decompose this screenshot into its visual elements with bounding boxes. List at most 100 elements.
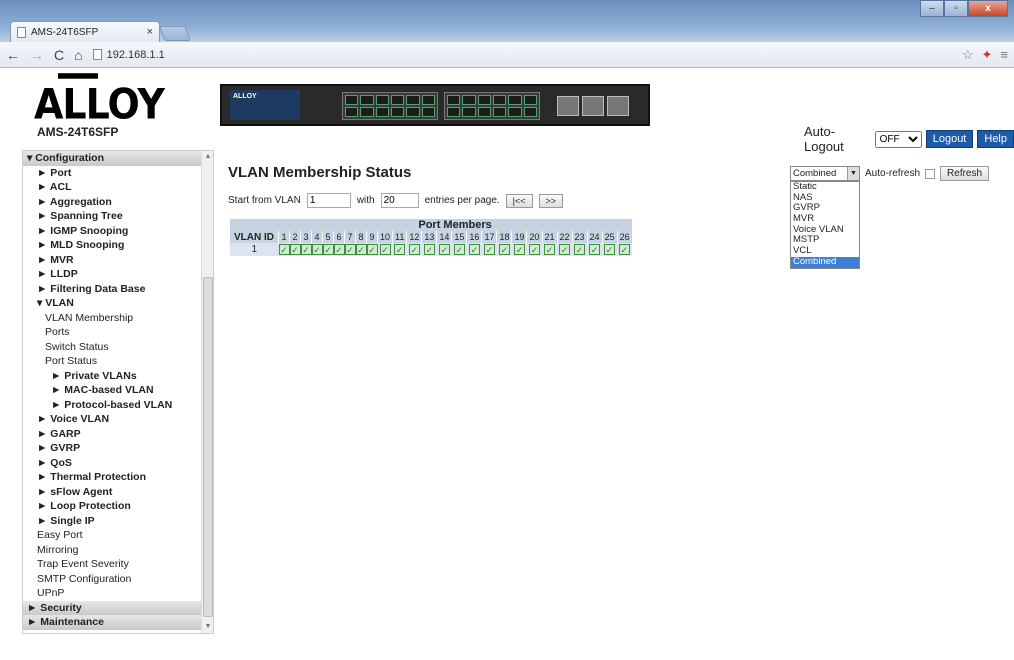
sidebar-item[interactable]: Ports: [23, 325, 203, 340]
autologout-bar: Auto-Logout OFF Logout Help: [804, 124, 1014, 154]
port-member-cell: ✓: [451, 243, 467, 256]
reload-icon[interactable]: C: [54, 47, 64, 63]
scroll-down-icon[interactable]: ▼: [202, 621, 213, 633]
sidebar-item[interactable]: ► Spanning Tree: [23, 209, 203, 224]
sidebar-item[interactable]: ► LLDP: [23, 267, 203, 282]
port-number-header: 22: [556, 231, 573, 243]
sidebar-item[interactable]: ► GVRP: [23, 441, 203, 456]
page-icon: [92, 49, 102, 60]
port-number-header: 5: [322, 231, 334, 243]
sidebar-item[interactable]: ► sFlow Agent: [23, 485, 203, 500]
window-close-icon[interactable]: x: [968, 0, 1008, 17]
navigation-sidebar: ▾ Configuration ► Port ► ACL ► Aggregation ►…: [22, 150, 214, 634]
browser-tab[interactable]: AMS-24T6SFP ×: [10, 21, 160, 42]
port-number-header: 21: [541, 231, 558, 243]
maximize-icon[interactable]: ▫: [944, 0, 968, 17]
sidebar-item[interactable]: ► Thermal Protection: [23, 470, 203, 485]
sidebar-item[interactable]: ► MVR: [23, 253, 203, 268]
sidebar-item[interactable]: ▾ Configuration: [23, 151, 203, 166]
sidebar-item[interactable]: ► QoS: [23, 456, 203, 471]
extension-icon[interactable]: ✦: [982, 47, 993, 63]
vlan-user-select[interactable]: Combined ▼: [790, 166, 860, 181]
port-member-cell: ✓: [406, 243, 422, 256]
next-page-button[interactable]: >>: [538, 193, 564, 208]
sidebar-item[interactable]: SMTP Configuration: [23, 572, 203, 587]
port-member-cell: ✓: [542, 243, 558, 256]
port-member-cell: ✓: [377, 243, 393, 256]
bookmark-star-icon[interactable]: ☆: [962, 47, 974, 63]
sidebar-item[interactable]: ► Loop Protection: [23, 499, 203, 514]
dropdown-option[interactable]: Combined: [791, 256, 859, 268]
sidebar-item[interactable]: Switch Status: [23, 340, 203, 355]
port-members-header: Port Members: [278, 219, 632, 231]
sidebar-item[interactable]: Port Status: [23, 354, 203, 369]
sidebar-item[interactable]: ► IGMP Snooping: [23, 224, 203, 239]
sidebar-item[interactable]: ► MLD Snooping: [23, 238, 203, 253]
entries-per-page-input[interactable]: [380, 193, 419, 208]
auto-refresh-checkbox[interactable]: [925, 168, 936, 179]
paging-controls: Start from VLAN with entries per page. |…: [228, 193, 564, 208]
port-number-row: 1 2 3 4 5 6 7 8 9 10 11 12 13 14 15 16 17 18 19 20 21 22 23 24 2…: [230, 231, 632, 243]
port-number-header: 9: [366, 231, 378, 243]
port-member-cell: ✓: [617, 243, 632, 256]
scroll-up-icon[interactable]: ▲: [202, 151, 213, 163]
sidebar-scrollbar[interactable]: ▲ ▼: [201, 151, 213, 633]
start-vlan-input[interactable]: [306, 193, 351, 208]
user-controls: Combined ▼ Auto-refresh Refresh: [790, 166, 990, 181]
sidebar-item[interactable]: Mirroring: [23, 543, 203, 558]
member-check-icon: ✓: [311, 243, 323, 255]
sidebar-item[interactable]: ► Voice VLAN: [23, 412, 203, 427]
sidebar-item[interactable]: ► ACL: [23, 180, 203, 195]
sidebar-item[interactable]: ► Security: [23, 600, 203, 615]
logout-button[interactable]: Logout: [925, 130, 974, 148]
menu-icon[interactable]: ≡: [1000, 47, 1008, 62]
browser-toolbar: ← → C ⌂ 192.168.1.1 ☆ ✦ ≡: [0, 42, 1014, 68]
port-number-header: 18: [496, 231, 512, 243]
refresh-button[interactable]: Refresh: [940, 166, 990, 181]
sidebar-item[interactable]: ► MAC-based VLAN: [23, 383, 203, 398]
member-check-icon: ✓: [278, 243, 290, 255]
member-check-icon: ✓: [379, 243, 391, 255]
sidebar-item[interactable]: ► Filtering Data Base: [23, 282, 203, 297]
sidebar-item[interactable]: ► Protocol-based VLAN: [23, 398, 203, 413]
with-label: with: [356, 195, 375, 206]
switch-front-panel-image: ALLOY: [220, 84, 650, 126]
autologout-select[interactable]: OFF: [874, 130, 922, 148]
port-number-header: 20: [526, 231, 542, 243]
sidebar-item[interactable]: ► Private VLANs: [23, 369, 203, 384]
sidebar-item[interactable]: Trap Event Severity: [23, 557, 203, 572]
vlan-membership-table: VLAN ID Port Members 1 2 3 4 5 6 7 8 9 10 11 12 13 14…: [230, 219, 632, 256]
sidebar-item[interactable]: UPnP: [23, 586, 203, 601]
back-icon[interactable]: ←: [6, 47, 20, 63]
home-icon[interactable]: ⌂: [74, 47, 82, 63]
member-check-icon: ✓: [366, 243, 378, 255]
first-page-button[interactable]: |<<: [505, 193, 533, 208]
navigation-tree: ▾ Configuration ► Port ► ACL ► Aggregation ►…: [23, 151, 203, 630]
minimize-icon[interactable]: –: [920, 0, 944, 17]
port-member-cell: ✓: [557, 243, 573, 256]
sidebar-item[interactable]: ► GARP: [23, 427, 203, 442]
member-check-icon: ✓: [322, 243, 334, 255]
port-member-cell: ✓: [278, 243, 290, 256]
sfp-port: [557, 96, 579, 116]
port-member-cell: ✓: [526, 243, 542, 256]
sidebar-item[interactable]: VLAN Membership: [23, 311, 203, 326]
page-icon: [17, 26, 26, 38]
close-tab-icon[interactable]: ×: [147, 26, 153, 38]
port-member-cell: ✓: [466, 243, 482, 256]
forward-icon[interactable]: →: [30, 47, 44, 63]
sidebar-item[interactable]: ► Port: [23, 166, 203, 181]
sidebar-item[interactable]: Easy Port: [23, 528, 203, 543]
port-member-cell: ✓: [496, 243, 512, 256]
scroll-thumb[interactable]: [203, 277, 213, 617]
member-check-icon: ✓: [618, 243, 630, 255]
sidebar-item[interactable]: ► Aggregation: [23, 195, 203, 210]
help-button[interactable]: Help: [977, 130, 1014, 148]
member-check-icon: ✓: [544, 243, 555, 255]
sidebar-item[interactable]: ► Maintenance: [23, 615, 203, 630]
page-title: VLAN Membership Status: [228, 164, 412, 181]
sidebar-item[interactable]: ▾ VLAN: [23, 296, 203, 311]
new-tab-button[interactable]: [159, 26, 191, 41]
address-bar[interactable]: 192.168.1.1: [92, 49, 165, 61]
sidebar-item[interactable]: ► Single IP: [23, 514, 203, 529]
